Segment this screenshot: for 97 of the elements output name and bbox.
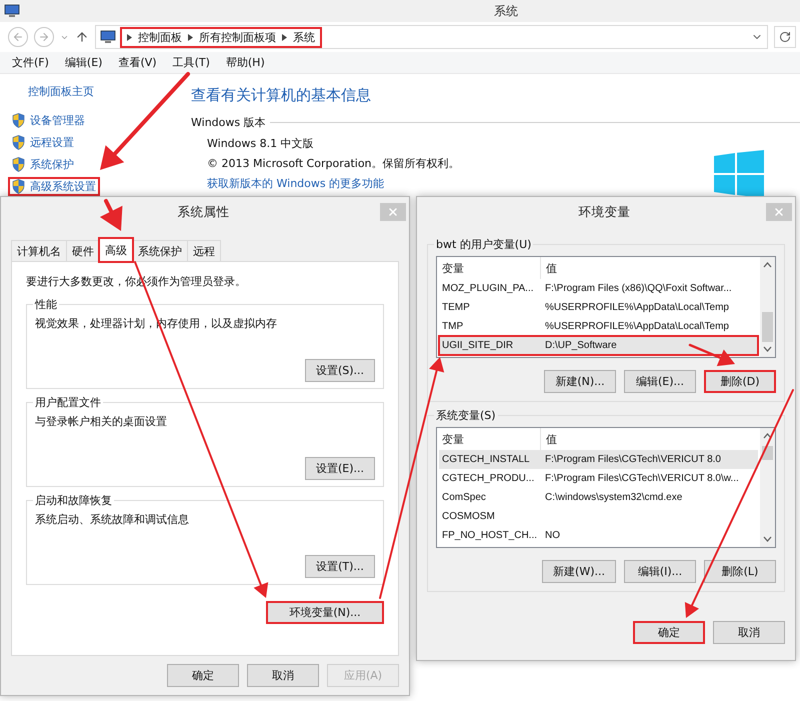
section-title: Windows 版本 — [191, 115, 266, 130]
menu-item[interactable]: 编辑(E) — [64, 55, 102, 70]
up-icon[interactable] — [75, 30, 89, 44]
breadcrumb-item[interactable]: 控制面板 — [138, 30, 182, 44]
list-action-button[interactable]: 新建(N)... — [544, 370, 616, 393]
close-button[interactable] — [380, 203, 406, 221]
scrollbar[interactable] — [760, 428, 775, 547]
variable-name: TMP — [441, 321, 464, 332]
dialog-title: 系统属性 — [178, 204, 230, 220]
column-header[interactable]: 值 — [541, 257, 760, 279]
list-row[interactable]: TMP %USERPROFILE%\AppData\Local\Temp — [439, 317, 758, 336]
list-action-button[interactable]: 删除(L) — [704, 560, 776, 583]
column-header[interactable]: 值 — [541, 428, 760, 450]
menu-item[interactable]: 文件(F) — [12, 55, 49, 70]
breadcrumb-item[interactable]: 系统 — [293, 30, 315, 44]
menu-item[interactable]: 工具(T) — [172, 55, 210, 70]
list-row[interactable]: COSMOSM — [439, 507, 758, 526]
variable-name: UGII_SITE_DIR — [441, 340, 514, 351]
windows-logo — [714, 150, 764, 198]
shield-icon — [12, 179, 25, 194]
edition-text: Windows 8.1 中文版 — [207, 136, 315, 151]
variable-value: F:\Program Files (x86)\QQ\Foxit Softwar... — [544, 283, 733, 294]
variable-value: %USERPROFILE%\AppData\Local\Temp — [544, 321, 730, 332]
shield-icon — [12, 113, 25, 128]
menu-item[interactable]: 查看(V) — [118, 55, 157, 70]
back-icon[interactable] — [8, 27, 28, 47]
dialog-button[interactable]: 取消 — [713, 621, 785, 644]
settings-button[interactable]: 设置(E)... — [304, 457, 375, 480]
sidebar-link[interactable]: 远程设置 — [8, 133, 78, 152]
copyright-text: © 2013 Microsoft Corporation。保留所有权利。 — [207, 156, 460, 171]
close-icon — [773, 206, 785, 218]
annotation-arrow — [100, 199, 122, 231]
variable-value: NO — [544, 530, 561, 541]
tab[interactable]: 计算机名 — [11, 240, 67, 261]
group-description: 系统启动、系统故障和调试信息 — [35, 512, 190, 527]
list-row[interactable]: FP_NO_HOST_CH... NO — [439, 526, 758, 545]
dialog-button[interactable]: 确定 — [167, 664, 239, 687]
variable-value: D:\UP_Software — [544, 340, 618, 351]
list-action-button[interactable]: 新建(W)... — [542, 560, 616, 583]
variable-name: COSMOSM — [441, 511, 496, 522]
sidebar-link[interactable]: 系统保护 — [8, 155, 78, 174]
variable-name: FP_NO_HOST_CH... — [441, 530, 538, 541]
shield-icon — [12, 157, 25, 172]
settings-button[interactable]: 设置(T)... — [305, 555, 375, 578]
refresh-icon — [779, 31, 791, 43]
scrollbar[interactable] — [760, 257, 775, 357]
sidebar-link[interactable]: 设备管理器 — [8, 111, 89, 130]
forward-icon[interactable] — [34, 27, 54, 47]
shield-icon — [12, 135, 25, 150]
annotation-arrow — [688, 344, 735, 366]
refresh-button[interactable] — [774, 26, 796, 48]
chevron-icon — [188, 34, 193, 40]
variable-value: F:\Program Files\CGTech\VERICUT 8.0\w... — [544, 473, 740, 484]
dialog-title: 环境变量 — [578, 204, 630, 220]
list-row[interactable]: TEMP %USERPROFILE%\AppData\Local\Temp — [439, 298, 758, 317]
upgrade-link[interactable]: 获取新版本的 Windows 的更多功能 — [207, 176, 460, 191]
group-title: bwt 的用户变量(U) — [435, 237, 532, 252]
list-action-button[interactable]: 编辑(E)... — [624, 370, 696, 393]
list-row[interactable]: MOZ_PLUGIN_PA... F:\Program Files (x86)\QQ\Foxit Softwar... — [439, 279, 758, 298]
page-heading: 查看有关计算机的基本信息 — [191, 86, 372, 105]
close-button[interactable] — [766, 203, 792, 221]
variable-name: MOZ_PLUGIN_PA... — [441, 283, 535, 294]
group-title: 系统变量(S) — [435, 408, 497, 423]
list-row[interactable]: CGTECH_INSTALL F:\Program Files\CGTech\VERICUT 8.0 — [439, 450, 758, 469]
list-action-button[interactable]: 编辑(I)... — [624, 560, 696, 583]
chevron-icon — [282, 34, 287, 40]
environment-variables-button[interactable]: 环境变量(N)... — [266, 601, 384, 624]
variable-name: CGTECH_INSTALL — [441, 454, 531, 465]
group-title: 性能 — [34, 297, 58, 312]
tab[interactable]: 远程 — [187, 240, 221, 261]
column-header[interactable]: 变量 — [437, 257, 541, 279]
list-row[interactable]: ComSpec C:\windows\system32\cmd.exe — [439, 488, 758, 507]
dialog-button[interactable]: 确定 — [633, 621, 705, 644]
variable-name: ComSpec — [441, 492, 487, 503]
variable-value: %USERPROFILE%\AppData\Local\Temp — [544, 302, 730, 313]
variable-name: CGTECH_PRODU... — [441, 473, 536, 484]
variable-value: C:\windows\system32\cmd.exe — [544, 492, 684, 503]
settings-button[interactable]: 设置(S)... — [304, 359, 375, 382]
list-row[interactable]: CGTECH_PRODU... F:\Program Files\CGTech\VERICUT 8.0\w... — [439, 469, 758, 488]
list-action-button[interactable]: 删除(D) — [704, 370, 776, 393]
close-icon — [387, 206, 399, 218]
address-bar[interactable]: 控制面板 所有控制面板项 系统 — [95, 25, 768, 49]
computer-icon — [4, 4, 20, 18]
group-title: 启动和故障恢复 — [34, 493, 113, 508]
tab[interactable]: 高级 — [99, 238, 133, 262]
group-title: 用户配置文件 — [34, 395, 102, 410]
chevron-icon — [127, 34, 132, 40]
menu-item[interactable]: 帮助(H) — [226, 55, 265, 70]
window-title: 系统 — [494, 2, 518, 20]
sidebar-link[interactable]: 控制面板主页 — [28, 84, 191, 99]
list-row[interactable]: UGII_SITE_DIR D:\UP_Software — [439, 336, 758, 355]
variable-value: F:\Program Files\CGTech\VERICUT 8.0 — [544, 454, 722, 465]
group-description: 与登录帐户相关的桌面设置 — [35, 414, 168, 429]
dialog-button[interactable]: 取消 — [247, 664, 319, 687]
computer-icon — [100, 30, 116, 44]
variable-name: TEMP — [441, 302, 471, 313]
breadcrumb-item[interactable]: 所有控制面板项 — [199, 30, 276, 44]
